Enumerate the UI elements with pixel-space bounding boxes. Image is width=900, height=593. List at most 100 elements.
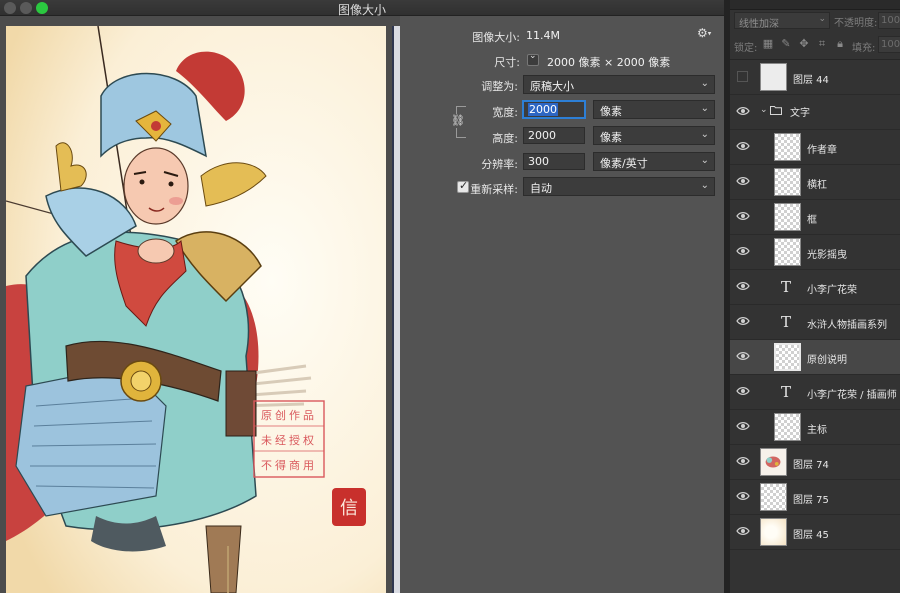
- opacity-input[interactable]: 100: [878, 12, 900, 29]
- chevron-down-icon: ⌄: [700, 180, 709, 191]
- resolution-unit-select[interactable]: 像素/英寸 ⌄: [593, 152, 715, 171]
- eye-icon[interactable]: [736, 141, 750, 151]
- layer-name: 图层 74: [793, 460, 829, 471]
- layer-row[interactable]: 图层 45: [730, 515, 900, 550]
- layer-name: 小李广花荣 / 插画师: [807, 390, 897, 401]
- width-unit-value: 像素: [600, 105, 622, 118]
- eye-icon[interactable]: [736, 351, 750, 361]
- layer-row[interactable]: 图层 75: [730, 480, 900, 515]
- height-input[interactable]: 2000: [523, 127, 585, 144]
- layer-name: 横杠: [807, 180, 827, 191]
- eye-icon[interactable]: [736, 316, 750, 326]
- layer-row[interactable]: 图层 44: [730, 60, 900, 95]
- layer-row[interactable]: ⌄ 文字: [730, 95, 900, 130]
- seal-char: 信: [340, 498, 358, 519]
- width-value: 2000: [528, 103, 558, 116]
- width-input[interactable]: 2000: [523, 101, 585, 118]
- eye-icon[interactable]: [736, 526, 750, 536]
- layer-name: 小李广花荣: [807, 285, 857, 296]
- eye-icon[interactable]: [736, 176, 750, 186]
- text-layer-icon: T: [780, 383, 791, 401]
- resolution-unit-value: 像素/英寸: [600, 157, 648, 170]
- layer-thumbnail: [774, 238, 801, 266]
- blend-mode-select[interactable]: 线性加深 ⌄: [734, 12, 830, 30]
- dimensions-unit-toggle[interactable]: ⌄: [527, 51, 539, 66]
- height-value: 2000: [528, 129, 556, 142]
- stamp-line-2: 未经授权: [261, 433, 317, 447]
- layer-row[interactable]: T 水浒人物插画系列: [730, 305, 900, 340]
- lock-image-pixels-icon[interactable]: ✎: [780, 38, 792, 50]
- image-preview[interactable]: 原创作品 未经授权 不得商用 信: [0, 16, 400, 593]
- chevron-down-icon: ⌄: [700, 155, 709, 166]
- layer-thumbnail: [760, 63, 787, 91]
- chevron-down-icon: ⌄: [818, 14, 826, 24]
- image-size-label: 图像大小:: [472, 31, 520, 44]
- fit-to-select[interactable]: 原稿大小 ⌄: [523, 75, 715, 94]
- eye-icon[interactable]: [736, 211, 750, 221]
- layer-name: 主标: [807, 425, 827, 436]
- layer-row[interactable]: T 小李广花荣 / 插画师: [730, 375, 900, 410]
- layer-name: 图层 75: [793, 495, 829, 506]
- layer-thumbnail: [774, 413, 801, 441]
- fit-to-value: 原稿大小: [530, 80, 574, 93]
- text-layer-icon: T: [780, 313, 791, 331]
- eye-icon[interactable]: [736, 421, 750, 431]
- layer-name: 图层 44: [793, 75, 829, 86]
- eye-icon[interactable]: [736, 106, 750, 116]
- layer-row[interactable]: 图层 74: [730, 445, 900, 480]
- resample-value: 自动: [530, 182, 552, 195]
- resolution-input[interactable]: 300: [523, 153, 585, 170]
- eye-icon[interactable]: [736, 491, 750, 501]
- fit-to-label: 调整为:: [481, 80, 518, 93]
- layer-row[interactable]: 光影摇曳: [730, 235, 900, 270]
- layer-name: 水浒人物插画系列: [807, 320, 887, 331]
- dimensions-label: 尺寸:: [494, 56, 520, 69]
- resample-select[interactable]: 自动 ⌄: [523, 177, 715, 196]
- blend-mode-value: 线性加深: [739, 19, 779, 30]
- layer-thumbnail: [774, 343, 801, 371]
- group-expand-chevron-icon[interactable]: ⌄: [760, 105, 768, 115]
- layer-name: 框: [807, 215, 817, 226]
- layers-panel: 线性加深 ⌄ 不透明度: 100 锁定: ▦ ✎ ✥ ⌗ 🔒︎ 填充: 100 …: [730, 0, 900, 593]
- chevron-down-icon: ⌄: [700, 78, 709, 89]
- eye-icon[interactable]: [736, 456, 750, 466]
- layer-row[interactable]: T 小李广花荣: [730, 270, 900, 305]
- chevron-down-icon: ⌄: [529, 51, 537, 61]
- layer-row[interactable]: 作者章: [730, 130, 900, 165]
- checkmark-icon: ✓: [459, 179, 469, 192]
- layer-name: 文字: [790, 108, 810, 119]
- layer-thumbnail: [774, 133, 801, 161]
- gear-icon[interactable]: ⚙▾: [697, 26, 713, 40]
- preview-canvas-edge: [392, 26, 400, 593]
- layer-name: 图层 45: [793, 530, 829, 541]
- eye-icon[interactable]: [736, 386, 750, 396]
- lock-transparent-pixels-icon[interactable]: ▦: [762, 38, 774, 50]
- resample-checkbox[interactable]: ✓: [457, 179, 469, 193]
- resample-label: 重新采样:: [470, 183, 518, 196]
- width-unit-select[interactable]: 像素 ⌄: [593, 100, 715, 119]
- layer-thumbnail: [774, 203, 801, 231]
- layer-row[interactable]: 横杠: [730, 165, 900, 200]
- layer-row[interactable]: 主标: [730, 410, 900, 445]
- title-bar: 图像大小: [0, 0, 724, 17]
- resolution-value: 300: [528, 155, 549, 168]
- fill-input[interactable]: 100: [878, 36, 900, 53]
- layer-row[interactable]: 框: [730, 200, 900, 235]
- layer-name: 原创说明: [807, 355, 847, 366]
- resolution-label: 分辨率:: [481, 158, 518, 171]
- layer-thumbnail: [760, 483, 787, 511]
- lock-all-icon[interactable]: 🔒︎: [834, 38, 846, 50]
- eye-icon[interactable]: [736, 281, 750, 291]
- eye-icon[interactable]: [736, 246, 750, 256]
- image-size-dialog: 图像大小 原创作品 未经授权 不得商用 信 图像大小: 11.4M ⚙▾ 尺寸:…: [0, 0, 724, 593]
- text-layer-icon: T: [780, 278, 791, 296]
- image-size-value: 11.4M: [526, 29, 560, 42]
- lock-artboard-icon[interactable]: ⌗: [816, 38, 828, 50]
- stamp-line-1: 原创作品: [261, 409, 317, 422]
- lock-position-icon[interactable]: ✥: [798, 38, 810, 50]
- height-label: 高度:: [492, 132, 518, 145]
- layer-thumbnail: [774, 168, 801, 196]
- height-unit-select[interactable]: 像素 ⌄: [593, 126, 715, 145]
- visibility-toggle[interactable]: [737, 71, 748, 82]
- layer-row[interactable]: 原创说明: [730, 340, 900, 375]
